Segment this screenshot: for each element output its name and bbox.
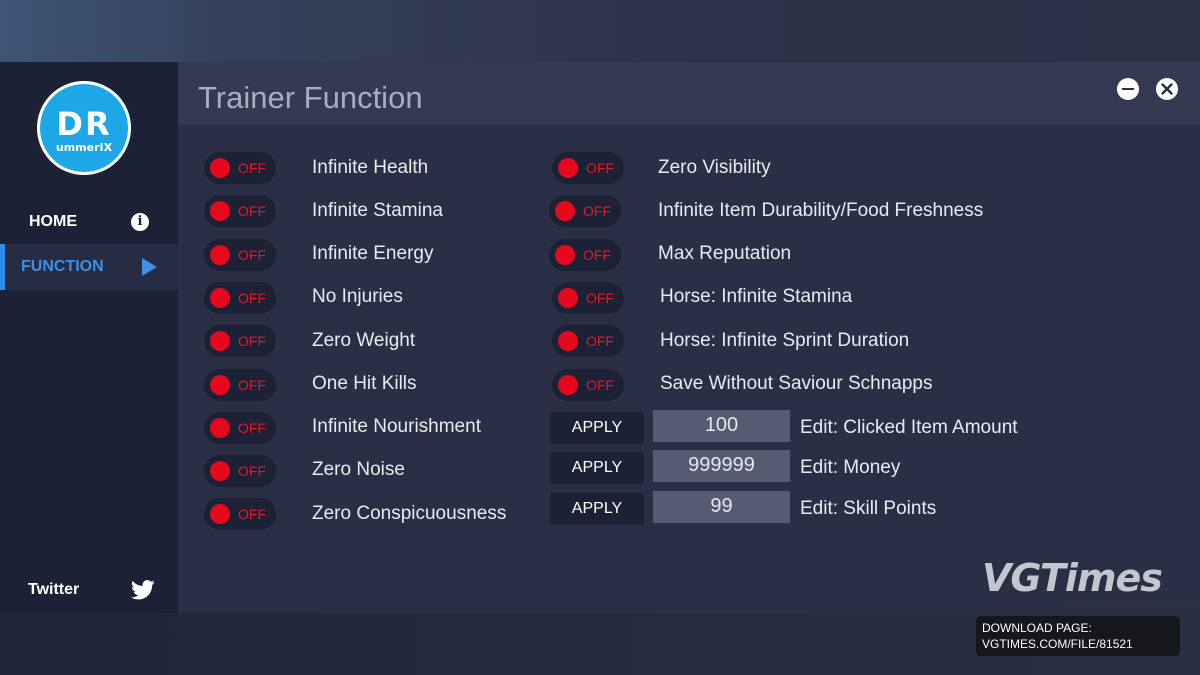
- toggle-max-reputation[interactable]: OFF: [549, 239, 621, 271]
- trainer-window: DR ummerIX HOME i FUNCTION Twitter Train…: [0, 62, 1200, 613]
- option-label: Edit: Skill Points: [800, 498, 937, 519]
- sidebar: DR ummerIX HOME i FUNCTION Twitter: [0, 62, 178, 613]
- info-icon: i: [131, 213, 149, 231]
- toggle-zero-visibility[interactable]: OFF: [552, 152, 624, 184]
- toggle-zero-weight[interactable]: OFF: [204, 325, 276, 357]
- option-label: Infinite Stamina: [312, 200, 443, 221]
- toggle-state: OFF: [238, 506, 266, 522]
- toggle-knob: [558, 288, 578, 308]
- sidebar-item-home[interactable]: HOME i: [0, 199, 178, 245]
- toggle-state: OFF: [238, 247, 266, 263]
- toggle-horse-infinite-stamina[interactable]: OFF: [552, 282, 624, 314]
- download-line-2: VGTIMES.COM/FILE/81521: [982, 637, 1133, 651]
- toggle-state: OFF: [238, 203, 266, 219]
- play-icon: [142, 258, 157, 276]
- apply-button-skill-points[interactable]: APPLY: [550, 493, 644, 525]
- option-label: Infinite Item Durability/Food Freshness: [658, 200, 984, 221]
- toggle-state: OFF: [238, 290, 266, 306]
- toggle-no-injuries[interactable]: OFF: [204, 282, 276, 314]
- logo-main-text: DR: [56, 105, 112, 143]
- logo-sub-text: ummerIX: [55, 141, 113, 154]
- toggle-knob: [210, 201, 230, 221]
- toggle-knob: [210, 288, 230, 308]
- apply-button-item-amount[interactable]: APPLY: [550, 412, 644, 444]
- toggle-knob: [555, 245, 575, 265]
- minimize-button[interactable]: [1117, 78, 1139, 100]
- toggle-zero-noise[interactable]: OFF: [204, 455, 276, 487]
- sidebar-item-function[interactable]: FUNCTION: [0, 244, 178, 290]
- toggle-horse-infinite-sprint[interactable]: OFF: [552, 325, 624, 357]
- twitter-link[interactable]: Twitter: [0, 572, 178, 608]
- apply-button-money[interactable]: APPLY: [550, 452, 644, 484]
- option-label: Horse: Infinite Stamina: [660, 286, 853, 307]
- toggle-knob: [555, 201, 575, 221]
- close-icon: [1161, 83, 1173, 95]
- background-top: [0, 0, 1200, 62]
- option-label: Zero Conspicuousness: [312, 503, 507, 524]
- twitter-label: Twitter: [28, 581, 80, 598]
- toggle-state: OFF: [238, 333, 266, 349]
- download-info: DOWNLOAD PAGE: VGTIMES.COM/FILE/81521: [976, 616, 1180, 656]
- toggle-knob: [210, 158, 230, 178]
- page-title: Trainer Function: [198, 80, 423, 115]
- toggle-infinite-stamina[interactable]: OFF: [204, 195, 276, 227]
- option-label: Infinite Energy: [312, 243, 434, 264]
- toggle-infinite-energy[interactable]: OFF: [204, 239, 276, 271]
- option-label: Zero Noise: [312, 459, 405, 480]
- option-label: Horse: Infinite Sprint Duration: [660, 330, 910, 351]
- toggle-state: OFF: [238, 420, 266, 436]
- logo: DR ummerIX: [37, 81, 131, 175]
- toggle-knob: [558, 375, 578, 395]
- toggle-knob: [558, 331, 578, 351]
- download-line-1: DOWNLOAD PAGE:: [982, 621, 1092, 635]
- toggle-knob: [210, 418, 230, 438]
- option-label: Edit: Money: [800, 457, 901, 478]
- toggle-state: OFF: [238, 377, 266, 393]
- toggle-knob: [210, 504, 230, 524]
- toggle-state: OFF: [586, 377, 614, 393]
- header: Trainer Function: [178, 62, 1200, 125]
- option-label: Zero Visibility: [658, 157, 771, 178]
- option-label: Infinite Nourishment: [312, 416, 481, 437]
- option-label: Edit: Clicked Item Amount: [800, 417, 1018, 438]
- toggle-knob: [210, 331, 230, 351]
- option-label: One Hit Kills: [312, 373, 417, 394]
- toggle-knob: [210, 375, 230, 395]
- toggle-state: OFF: [583, 203, 611, 219]
- toggle-state: OFF: [586, 160, 614, 176]
- toggle-state: OFF: [238, 463, 266, 479]
- watermark-logo: VGTimes: [982, 556, 1163, 600]
- toggle-infinite-item-durability[interactable]: OFF: [549, 195, 621, 227]
- close-button[interactable]: [1156, 78, 1178, 100]
- toggle-zero-conspicuousness[interactable]: OFF: [204, 498, 276, 530]
- option-label: Max Reputation: [658, 243, 792, 264]
- toggle-state: OFF: [586, 290, 614, 306]
- toggle-save-without-schnapps[interactable]: OFF: [552, 369, 624, 401]
- option-label: Infinite Health: [312, 157, 429, 178]
- item-amount-input[interactable]: 100: [653, 410, 790, 442]
- money-input[interactable]: 999999: [653, 450, 790, 482]
- sidebar-item-label: HOME: [29, 213, 77, 230]
- toggle-infinite-nourishment[interactable]: OFF: [204, 412, 276, 444]
- toggle-state: OFF: [238, 160, 266, 176]
- toggle-knob: [210, 245, 230, 265]
- toggle-state: OFF: [586, 333, 614, 349]
- option-label: Save Without Saviour Schnapps: [660, 373, 933, 394]
- toggle-state: OFF: [583, 247, 611, 263]
- sidebar-item-label: FUNCTION: [21, 258, 104, 275]
- option-label: Zero Weight: [312, 330, 416, 351]
- toggle-knob: [558, 158, 578, 178]
- option-label: No Injuries: [312, 286, 403, 307]
- toggle-infinite-health[interactable]: OFF: [204, 152, 276, 184]
- skill-points-input[interactable]: 99: [653, 491, 790, 523]
- twitter-bird-icon: [131, 580, 155, 600]
- toggle-knob: [210, 461, 230, 481]
- active-indicator: [0, 244, 5, 290]
- toggle-one-hit-kills[interactable]: OFF: [204, 369, 276, 401]
